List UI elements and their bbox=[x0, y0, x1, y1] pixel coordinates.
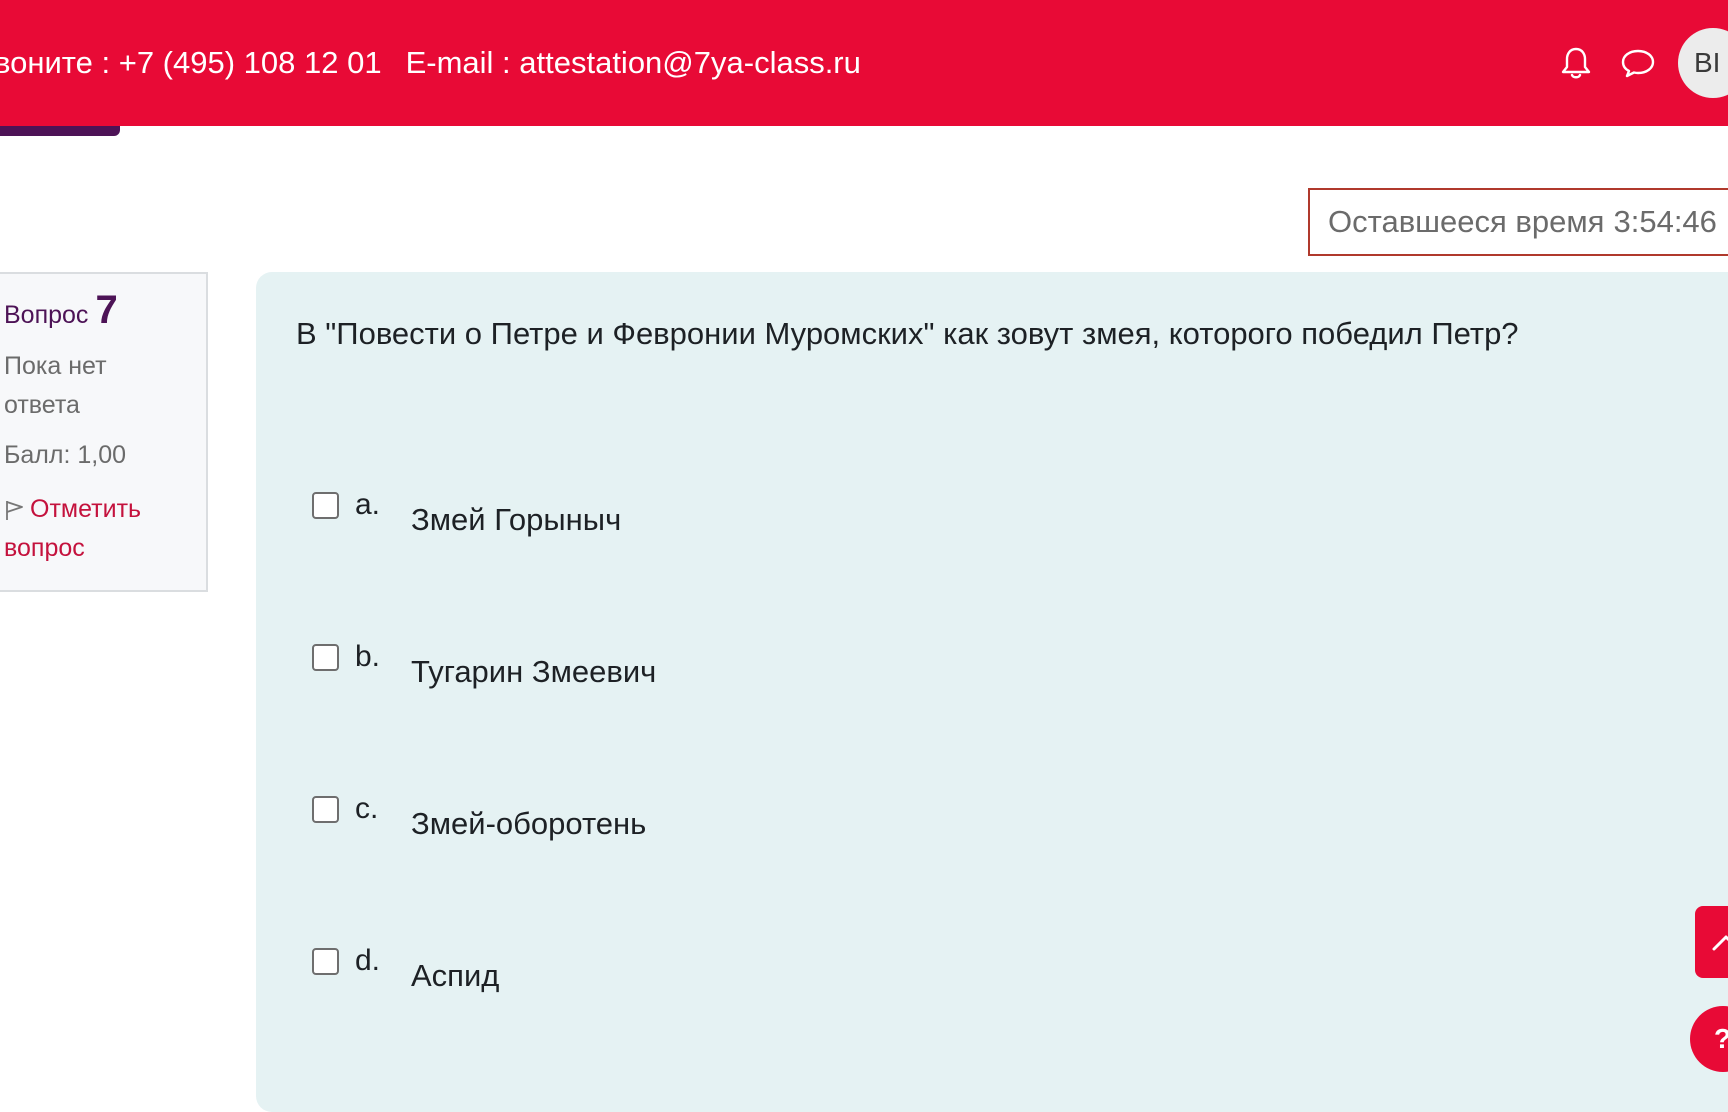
answer-text: Змей-оборотень bbox=[411, 806, 647, 841]
quiz-timer: Оставшееся время 3:54:46 bbox=[1308, 188, 1728, 256]
chat-icon bbox=[1621, 49, 1655, 78]
answer-option-d[interactable]: d. Аспид bbox=[312, 944, 499, 994]
question-number: Вопрос 7 bbox=[4, 288, 206, 333]
answer-letter: b. bbox=[355, 640, 381, 673]
answer-checkbox[interactable] bbox=[312, 948, 339, 975]
timer-value: 3:54:46 bbox=[1613, 204, 1717, 239]
bell-icon bbox=[1561, 47, 1591, 79]
timer-label: Оставшееся время bbox=[1328, 204, 1605, 239]
answer-text: Аспид bbox=[411, 958, 500, 993]
answer-checkbox[interactable] bbox=[312, 492, 339, 519]
flag-question-link[interactable]: Отметить вопрос bbox=[4, 490, 206, 568]
contact-email[interactable]: E-mail : attestation@7ya-class.ru bbox=[406, 45, 861, 81]
answer-letter: a. bbox=[355, 488, 381, 521]
user-avatar[interactable]: ВІ bbox=[1678, 28, 1728, 98]
question-number-value: 7 bbox=[95, 288, 118, 332]
question-info-panel: Вопрос 7 Пока нет ответа Балл: 1,00 Отме… bbox=[0, 272, 208, 592]
question-state: Пока нет ответа bbox=[4, 352, 107, 419]
header-actions: ВІ bbox=[1554, 0, 1728, 126]
top-header: воните : +7 (495) 108 12 01 E-mail : att… bbox=[0, 0, 1728, 126]
chevron-up-icon bbox=[1712, 935, 1728, 951]
flag-label: Отметить вопрос bbox=[4, 495, 142, 562]
answer-letter: d. bbox=[355, 944, 381, 977]
answer-letter: c. bbox=[355, 792, 379, 825]
contact-phone[interactable]: воните : +7 (495) 108 12 01 bbox=[0, 45, 382, 81]
question-content: В "Повести о Петре и Февронии Муромских"… bbox=[256, 272, 1728, 1112]
contact-info: воните : +7 (495) 108 12 01 E-mail : att… bbox=[0, 38, 861, 88]
scroll-to-top-button[interactable] bbox=[1695, 906, 1728, 978]
answer-text: Змей Горыныч bbox=[411, 502, 622, 537]
answer-text: Тугарин Змеевич bbox=[411, 654, 657, 689]
messages-button[interactable] bbox=[1616, 41, 1660, 85]
question-grade: Балл: 1,00 bbox=[4, 441, 127, 469]
answer-checkbox[interactable] bbox=[312, 644, 339, 671]
flag-icon bbox=[6, 501, 23, 520]
answer-option-c[interactable]: c. Змей-оборотень bbox=[312, 792, 646, 842]
answer-checkbox[interactable] bbox=[312, 796, 339, 823]
question-text: В "Повести о Петре и Февронии Муромских"… bbox=[296, 316, 1519, 351]
answer-option-a[interactable]: a. Змей Горыныч bbox=[312, 488, 621, 538]
answer-option-b[interactable]: b. Тугарин Змеевич bbox=[312, 640, 656, 690]
question-label: Вопрос bbox=[4, 301, 89, 329]
nav-accent-bar bbox=[0, 126, 120, 136]
notifications-button[interactable] bbox=[1554, 41, 1598, 85]
